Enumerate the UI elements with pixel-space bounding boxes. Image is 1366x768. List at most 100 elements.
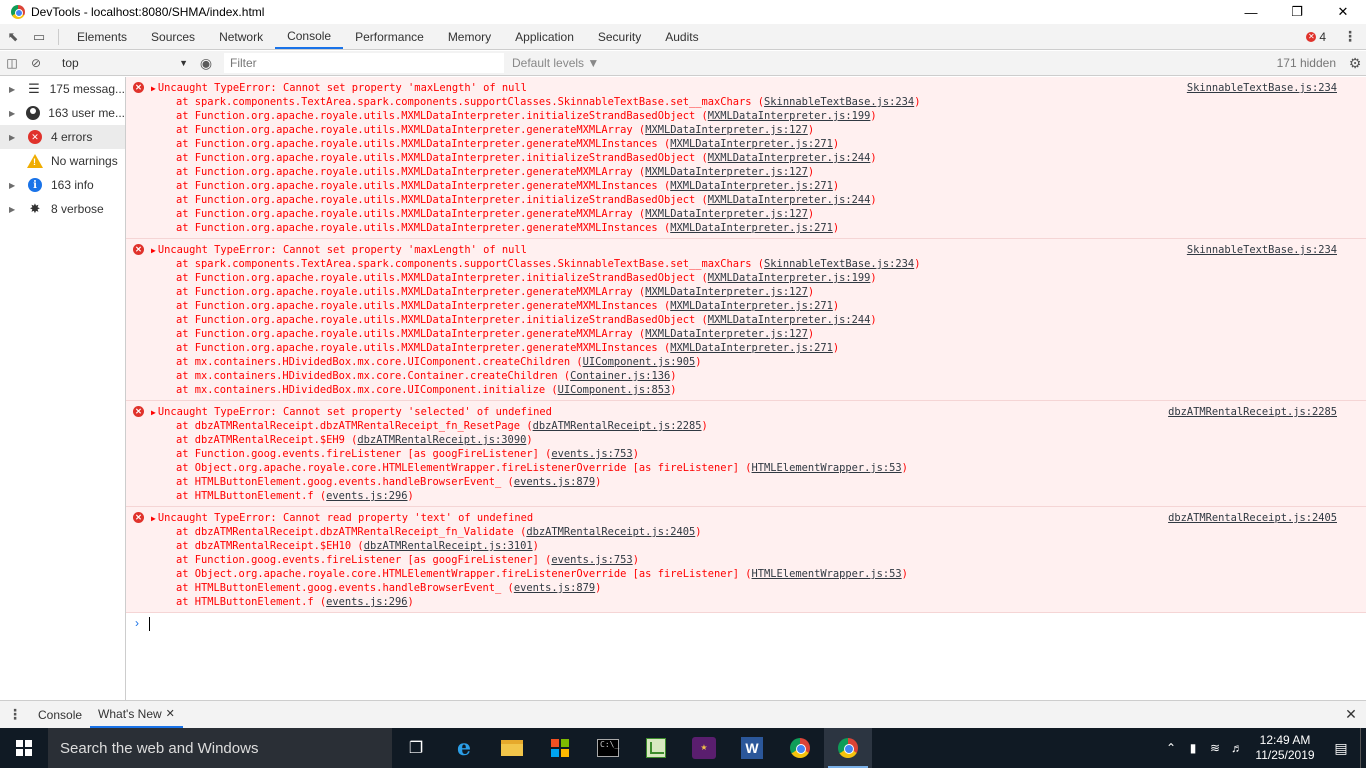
word-app[interactable]: W (728, 728, 776, 768)
stack-frame-link[interactable]: MXMLDataInterpreter.js:127 (645, 208, 808, 220)
minimize-button[interactable]: — (1228, 0, 1274, 24)
console-prompt[interactable]: › (126, 613, 1366, 635)
device-toolbar-icon[interactable]: ▭ (26, 24, 52, 49)
wifi-icon[interactable]: ≋ (1204, 741, 1226, 755)
console-error-message[interactable]: ✕ ▶ Uncaught TypeError: Cannot set propert… (126, 77, 1366, 239)
command-prompt-app[interactable]: C:\_ (584, 728, 632, 768)
game-app[interactable]: ★ (680, 728, 728, 768)
error-message-header[interactable]: ▶ Uncaught TypeError: Cannot set property… (151, 81, 1366, 95)
notifications-icon[interactable]: ▤ (1322, 740, 1360, 757)
stack-frame-link[interactable]: MXMLDataInterpreter.js:244 (708, 314, 871, 326)
stack-frame-link[interactable]: dbzATMRentalReceipt.js:2285 (533, 420, 702, 432)
expand-arrow-icon[interactable]: ▶ (151, 246, 156, 255)
drawer-tab-whats-new[interactable]: What's New ✕ (90, 701, 183, 728)
stack-frame-link[interactable]: events.js:753 (551, 554, 632, 566)
stack-frame-link[interactable]: dbzATMRentalReceipt.js:3101 (364, 540, 533, 552)
stack-frame-link[interactable]: dbzATMRentalReceipt.js:3090 (357, 434, 526, 446)
tab-audits[interactable]: Audits (653, 24, 710, 49)
filter-input[interactable] (224, 53, 504, 73)
log-levels-select[interactable]: Default levels ▼ (512, 56, 599, 70)
chevron-up-icon[interactable]: ⌃ (1160, 741, 1182, 755)
store-app[interactable] (536, 728, 584, 768)
stack-frame-link[interactable]: SkinnableTextBase.js:234 (764, 96, 914, 108)
volume-icon[interactable]: ♬ (1226, 741, 1248, 755)
sidebar-item-user-messages[interactable]: ▶ 163 user me... (0, 101, 125, 125)
gear-icon[interactable]: ⚙ (1344, 55, 1366, 72)
source-link[interactable]: dbzATMRentalReceipt.js:2405 (1168, 511, 1337, 525)
tab-network[interactable]: Network (207, 24, 275, 49)
stack-frame-link[interactable]: events.js:879 (514, 582, 595, 594)
task-view-button[interactable]: ❐ (392, 728, 440, 768)
stack-frame-link[interactable]: MXMLDataInterpreter.js:199 (708, 110, 871, 122)
stack-frame-link[interactable]: MXMLDataInterpreter.js:244 (708, 152, 871, 164)
tab-application[interactable]: Application (503, 24, 586, 49)
tab-memory[interactable]: Memory (436, 24, 503, 49)
context-select[interactable]: top ▼ (54, 53, 194, 73)
stack-frame-link[interactable]: MXMLDataInterpreter.js:199 (708, 272, 871, 284)
chrome-devtools-app[interactable] (824, 728, 872, 768)
console-error-message[interactable]: ✕ ▶ Uncaught TypeError: Cannot set propert… (126, 401, 1366, 507)
stack-frame-link[interactable]: events.js:879 (514, 476, 595, 488)
sidebar-toggle-icon[interactable]: ◫ (0, 51, 24, 75)
console-error-message[interactable]: ✕ ▶ Uncaught TypeError: Cannot read proper… (126, 507, 1366, 613)
stack-frame-link[interactable]: UIComponent.js:905 (583, 356, 696, 368)
error-count-badge[interactable]: ✕ 4 (1306, 30, 1326, 44)
expand-arrow-icon[interactable]: ▶ (151, 84, 156, 93)
expand-arrow-icon[interactable]: ▶ (151, 408, 156, 417)
source-link[interactable]: dbzATMRentalReceipt.js:2285 (1168, 405, 1337, 419)
close-tab-icon[interactable]: ✕ (166, 707, 175, 720)
tab-security[interactable]: Security (586, 24, 653, 49)
sidebar-item-warnings[interactable]: ▶ ! No warnings (0, 149, 125, 173)
edge-app[interactable]: e (440, 728, 488, 768)
stack-frame-link[interactable]: MXMLDataInterpreter.js:244 (708, 194, 871, 206)
stack-frame-link[interactable]: MXMLDataInterpreter.js:271 (670, 180, 833, 192)
source-link[interactable]: SkinnableTextBase.js:234 (1187, 243, 1337, 257)
more-options-icon[interactable]: ⋮ (1340, 28, 1360, 45)
show-desktop-button[interactable] (1360, 728, 1366, 768)
stack-frame-link[interactable]: dbzATMRentalReceipt.js:2405 (526, 526, 695, 538)
drawer-tab-console[interactable]: Console (30, 701, 90, 728)
tab-sources[interactable]: Sources (139, 24, 207, 49)
stack-frame-link[interactable]: MXMLDataInterpreter.js:271 (670, 222, 833, 234)
sidebar-item-verbose[interactable]: ▶ ✸ 8 verbose (0, 197, 125, 221)
start-button[interactable] (0, 728, 48, 768)
stack-frame-link[interactable]: MXMLDataInterpreter.js:127 (645, 124, 808, 136)
chrome-app[interactable] (776, 728, 824, 768)
inspect-element-icon[interactable]: ⬉ (0, 24, 26, 49)
battery-icon[interactable]: ▮ (1182, 741, 1204, 755)
tab-console[interactable]: Console (275, 24, 344, 49)
sidebar-item-messages[interactable]: ▶ ☰ 175 messag... (0, 77, 125, 101)
taskbar-search[interactable]: Search the web and Windows (48, 728, 392, 768)
stack-frame-link[interactable]: SkinnableTextBase.js:234 (764, 258, 914, 270)
sidebar-item-info[interactable]: ▶ i 163 info (0, 173, 125, 197)
stack-frame-link[interactable]: HTMLElementWrapper.js:53 (752, 568, 902, 580)
stack-frame-link[interactable]: HTMLElementWrapper.js:53 (752, 462, 902, 474)
chart-app[interactable] (632, 728, 680, 768)
clear-console-icon[interactable]: ⊘ (24, 51, 48, 75)
stack-frame-link[interactable]: MXMLDataInterpreter.js:127 (645, 166, 808, 178)
stack-frame-link[interactable]: MXMLDataInterpreter.js:271 (670, 342, 833, 354)
eye-icon[interactable]: ◉ (194, 51, 218, 75)
stack-frame-link[interactable]: events.js:296 (326, 596, 407, 608)
close-drawer-icon[interactable]: ✕ (1336, 706, 1366, 723)
restore-button[interactable]: ❐ (1274, 0, 1320, 24)
console-error-message[interactable]: ✕ ▶ Uncaught TypeError: Cannot set propert… (126, 239, 1366, 401)
expand-arrow-icon[interactable]: ▶ (151, 514, 156, 523)
sidebar-item-errors[interactable]: ▶ ✕ 4 errors (0, 125, 125, 149)
taskbar-clock[interactable]: 12:49 AM 11/25/2019 (1248, 733, 1322, 763)
tab-performance[interactable]: Performance (343, 24, 436, 49)
stack-frame-link[interactable]: MXMLDataInterpreter.js:127 (645, 328, 808, 340)
stack-frame-link[interactable]: MXMLDataInterpreter.js:271 (670, 300, 833, 312)
file-explorer-app[interactable] (488, 728, 536, 768)
stack-frame-link[interactable]: MXMLDataInterpreter.js:271 (670, 138, 833, 150)
tab-elements[interactable]: Elements (65, 24, 139, 49)
error-message-header[interactable]: ▶ Uncaught TypeError: Cannot set property… (151, 243, 1366, 257)
stack-frame-link[interactable]: events.js:753 (551, 448, 632, 460)
source-link[interactable]: SkinnableTextBase.js:234 (1187, 81, 1337, 95)
console-messages[interactable]: ✕ ▶ Uncaught TypeError: Cannot set propert… (126, 77, 1366, 700)
stack-frame-link[interactable]: Container.js:136 (570, 370, 670, 382)
stack-frame-link[interactable]: UIComponent.js:853 (558, 384, 671, 396)
drawer-menu-icon[interactable]: ⋮ (0, 706, 30, 723)
stack-frame-link[interactable]: events.js:296 (326, 490, 407, 502)
stack-frame-link[interactable]: MXMLDataInterpreter.js:127 (645, 286, 808, 298)
